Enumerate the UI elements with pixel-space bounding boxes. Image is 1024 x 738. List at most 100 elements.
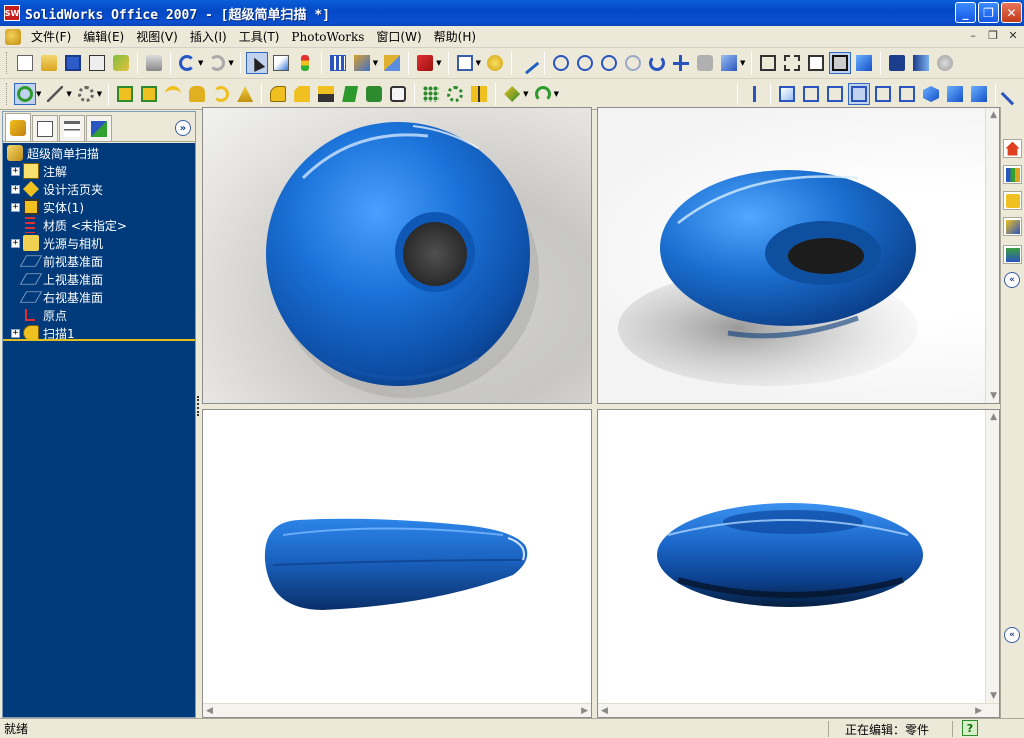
- bottom-view-button[interactable]: [896, 83, 918, 105]
- fillet-button[interactable]: [267, 83, 289, 105]
- tab-configuration-manager[interactable]: [59, 115, 85, 141]
- help-icon[interactable]: ?: [962, 720, 978, 736]
- front-view-button[interactable]: [776, 83, 798, 105]
- scroll-up-icon[interactable]: ▲: [990, 110, 997, 120]
- mirror-button[interactable]: [468, 83, 490, 105]
- sketch-button[interactable]: [516, 51, 540, 75]
- viewport-horizontal-scrollbar[interactable]: ◀ ▶: [203, 703, 591, 717]
- display-pane-button[interactable]: [1000, 82, 1024, 106]
- new-button[interactable]: [14, 52, 36, 74]
- tree-item[interactable]: 材质 <未指定>: [23, 216, 127, 234]
- tree-item[interactable]: + 光源与相机: [11, 234, 103, 252]
- tree-item[interactable]: 右视基准面: [19, 288, 103, 306]
- close-button[interactable]: ✕: [1001, 2, 1022, 23]
- section-view-button[interactable]: [381, 52, 403, 74]
- mdi-close-button[interactable]: ✕: [1006, 29, 1020, 42]
- curves-button[interactable]: [532, 83, 554, 105]
- redo-dropdown-icon[interactable]: ▼: [228, 59, 233, 67]
- task-pane-appearances-button[interactable]: [1003, 245, 1022, 264]
- mdi-restore-button[interactable]: ❐: [986, 29, 1000, 42]
- perspective-button[interactable]: [910, 52, 932, 74]
- right-view-button[interactable]: [848, 83, 870, 105]
- scroll-left-icon[interactable]: ◀: [206, 706, 213, 716]
- rib-button[interactable]: [315, 83, 337, 105]
- shaded-button[interactable]: [853, 52, 875, 74]
- scroll-up-icon[interactable]: ▲: [990, 412, 997, 422]
- task-pane-library-button[interactable]: [1003, 165, 1022, 184]
- document-icon[interactable]: [5, 28, 21, 45]
- features-button[interactable]: [75, 83, 97, 105]
- menu-tools[interactable]: 工具(T): [233, 26, 286, 48]
- open-button[interactable]: [38, 52, 60, 74]
- shell-button[interactable]: [234, 83, 256, 105]
- expand-icon[interactable]: +: [11, 202, 20, 212]
- roll-button[interactable]: [694, 52, 716, 74]
- tooltip-help-button[interactable]: [484, 52, 506, 74]
- rollback-bar[interactable]: [3, 339, 195, 341]
- tab-property-manager[interactable]: [32, 115, 58, 141]
- realview-button[interactable]: [934, 52, 956, 74]
- collapse-task-pane-bottom-icon[interactable]: «: [1004, 627, 1020, 643]
- viewport-top[interactable]: ▲ ▼ ◀ ▶: [597, 409, 1000, 718]
- undo-dropdown-icon[interactable]: ▼: [198, 59, 203, 67]
- menu-photoworks[interactable]: PhotoWorks: [285, 26, 370, 48]
- trimetric-view-button[interactable]: [944, 83, 966, 105]
- display-style-dropdown-icon[interactable]: ▼: [476, 59, 481, 67]
- viewport-front[interactable]: [202, 107, 592, 404]
- rebuild-button[interactable]: [294, 52, 316, 74]
- previous-view-dropdown-icon[interactable]: ▼: [740, 59, 745, 67]
- isometric-view-button[interactable]: [920, 83, 942, 105]
- left-view-button[interactable]: [824, 83, 846, 105]
- sketch-tools-button[interactable]: [14, 83, 36, 105]
- expand-panel-icon[interactable]: »: [175, 120, 191, 136]
- select-button[interactable]: [245, 52, 268, 74]
- hidden-lines-visible-button[interactable]: [781, 52, 803, 74]
- chamfer-button[interactable]: [291, 83, 313, 105]
- extrude-button[interactable]: [114, 83, 136, 105]
- zoom-area-button[interactable]: [574, 52, 596, 74]
- mdi-minimize-button[interactable]: –: [966, 29, 980, 42]
- tree-item[interactable]: 上视基准面: [19, 270, 103, 288]
- relations-button[interactable]: [44, 83, 66, 105]
- circular-pattern-button[interactable]: [444, 83, 466, 105]
- expand-icon[interactable]: +: [11, 184, 20, 194]
- tree-root[interactable]: 超级简单扫描: [7, 144, 99, 162]
- hidden-lines-removed-button[interactable]: [805, 52, 827, 74]
- view-orientation-dropdown-icon[interactable]: ▼: [373, 59, 378, 67]
- menu-edit[interactable]: 编辑(E): [77, 26, 130, 48]
- maximize-button[interactable]: ❐: [978, 2, 999, 23]
- tab-feature-manager[interactable]: [5, 113, 31, 141]
- title-bar[interactable]: SW SolidWorks Office 2007 - [超级简单扫描 *] _…: [0, 0, 1024, 26]
- scroll-left-icon[interactable]: ◀: [601, 706, 608, 716]
- draft-button[interactable]: [339, 83, 361, 105]
- redo-button[interactable]: [206, 52, 228, 74]
- top-view-button[interactable]: [872, 83, 894, 105]
- solidworks-logo-icon[interactable]: SW: [4, 5, 20, 21]
- dimetric-view-button[interactable]: [968, 83, 990, 105]
- linear-pattern-button[interactable]: [420, 83, 442, 105]
- minimize-button[interactable]: _: [955, 2, 976, 23]
- tree-item[interactable]: + 注解: [11, 162, 67, 180]
- reference-geometry-dropdown-icon[interactable]: ▼: [523, 90, 528, 98]
- cut-button[interactable]: [138, 83, 160, 105]
- menu-help[interactable]: 帮助(H): [428, 26, 482, 48]
- print-preview-button[interactable]: [86, 52, 108, 74]
- viewport-vertical-scrollbar[interactable]: ▲ ▼: [985, 410, 999, 717]
- grid-button[interactable]: [327, 52, 349, 74]
- zoom-fit-button[interactable]: [550, 52, 572, 74]
- menu-insert[interactable]: 插入(I): [184, 26, 233, 48]
- viewport-isometric[interactable]: ▲ ▼: [597, 107, 1000, 404]
- expand-icon[interactable]: +: [11, 166, 20, 176]
- view-orientation-button[interactable]: [351, 52, 373, 74]
- scroll-right-icon[interactable]: ▶: [581, 706, 588, 716]
- menu-window[interactable]: 窗口(W): [370, 26, 427, 48]
- wireframe-button[interactable]: [757, 52, 779, 74]
- zoom-selection-button[interactable]: [622, 52, 644, 74]
- features-dropdown-icon[interactable]: ▼: [97, 90, 102, 98]
- relations-dropdown-icon[interactable]: ▼: [66, 90, 71, 98]
- task-pane-home-button[interactable]: [1003, 139, 1022, 158]
- tree-item[interactable]: + 设计活页夹: [11, 180, 103, 198]
- panel-splitter[interactable]: [196, 111, 201, 718]
- options-button[interactable]: [110, 52, 132, 74]
- tree-item[interactable]: + 实体(1): [11, 198, 84, 216]
